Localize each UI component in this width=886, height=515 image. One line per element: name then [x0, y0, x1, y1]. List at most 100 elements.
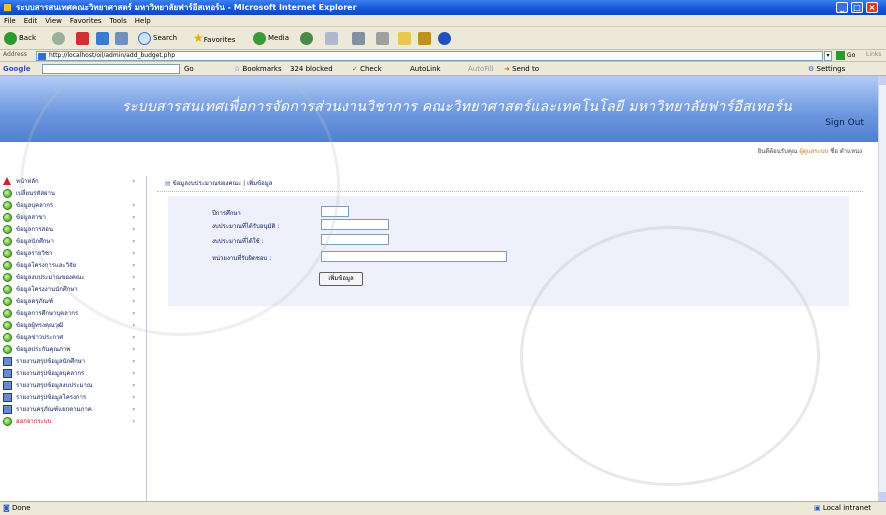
- nav-report-students[interactable]: รายงานสรุปข้อมูลนักศึกษา ›: [3, 356, 141, 368]
- ie-page-icon: ◙: [3, 504, 10, 512]
- google-search-input[interactable]: [42, 64, 180, 74]
- history-button[interactable]: [300, 31, 315, 46]
- back-icon: [4, 31, 17, 45]
- bullet-icon: [3, 417, 12, 426]
- menu-edit[interactable]: Edit: [20, 15, 42, 27]
- ie-icon: [3, 3, 12, 12]
- window-titlebar: ระบบสารสนเทศคณะวิทยาศาสตร์ มหาวิทยาลัยฟา…: [0, 0, 886, 15]
- bullet-icon: [3, 297, 12, 306]
- search-icon: [138, 31, 151, 45]
- messenger-icon: [418, 31, 431, 45]
- google-settings-button[interactable]: ⚙ Settings: [808, 64, 845, 74]
- add-data-button[interactable]: เพิ่มข้อมูล: [319, 272, 363, 286]
- report-icon: [3, 357, 12, 366]
- refresh-button[interactable]: [96, 31, 111, 46]
- address-dropdown[interactable]: ▾: [824, 51, 832, 61]
- page-scrollbar[interactable]: [878, 76, 886, 501]
- print-button[interactable]: [352, 31, 367, 46]
- responsible-unit-input[interactable]: [321, 251, 507, 262]
- bullet-icon: [3, 189, 12, 198]
- home-icon: [3, 177, 11, 185]
- go-button[interactable]: Go: [836, 51, 855, 60]
- report-icon: [3, 381, 12, 390]
- autolink-button[interactable]: AutoLink: [410, 64, 441, 74]
- house-icon: [115, 31, 128, 45]
- links-button[interactable]: Links: [866, 51, 881, 58]
- menu-tools[interactable]: Tools: [106, 15, 131, 27]
- menu-view[interactable]: View: [41, 15, 66, 27]
- menu-help[interactable]: Help: [131, 15, 155, 27]
- used-budget-input[interactable]: [321, 234, 389, 245]
- mail-button[interactable]: [325, 31, 340, 46]
- popup-blocker-button[interactable]: 324 blocked: [290, 64, 333, 74]
- bullet-icon: [3, 249, 12, 258]
- messenger-button[interactable]: [418, 31, 433, 46]
- welcome-text: ยินดีต้อนรับคุณ ผู้ดูแลระบบ ชื่อ ตำแหน่ง: [757, 148, 862, 155]
- zone-indicator: ▣ Local intranet: [814, 504, 872, 512]
- home-button[interactable]: [115, 31, 130, 46]
- bullet-icon: [3, 333, 12, 342]
- edit-icon: [376, 31, 389, 45]
- page-icon: [38, 53, 46, 60]
- spellcheck-button[interactable]: ✓ Check: [352, 64, 382, 74]
- nav-report-equipment[interactable]: รายงานครุภัณฑ์แยกตามภาค ›: [3, 404, 141, 416]
- bullet-icon: [3, 237, 12, 246]
- media-button[interactable]: Media: [253, 31, 289, 46]
- scroll-down-arrow[interactable]: [879, 492, 886, 501]
- bullet-icon: [3, 225, 12, 234]
- forward-button[interactable]: [52, 31, 67, 46]
- bullet-icon: [3, 201, 12, 210]
- address-label: Address: [3, 51, 27, 58]
- star-icon: ★: [193, 31, 204, 45]
- bullet-icon: [3, 321, 12, 330]
- forward-icon: [52, 31, 65, 45]
- status-bar: ◙ Done ▣ Local intranet: [0, 501, 886, 515]
- history-icon: [300, 31, 313, 45]
- scroll-up-arrow[interactable]: [879, 76, 886, 85]
- check-icon: ✓: [352, 65, 358, 73]
- nav-logout[interactable]: ออกจากระบบ ›: [3, 416, 141, 428]
- window-title: ระบบสารสนเทศคณะวิทยาศาสตร์ มหาวิทยาลัยฟา…: [16, 3, 357, 12]
- report-icon: [3, 369, 12, 378]
- browser-toolbar: Back Search ★Favorites Media: [0, 27, 886, 50]
- minimize-button[interactable]: _: [836, 2, 848, 13]
- bullet-icon: [3, 285, 12, 294]
- maximize-button[interactable]: □: [851, 2, 863, 13]
- refresh-icon: [96, 31, 109, 45]
- google-logo: Google: [3, 65, 31, 73]
- favorites-button[interactable]: ★Favorites: [193, 31, 235, 46]
- bullet-icon: [3, 309, 12, 318]
- nav-quality[interactable]: ข้อมูลประกันคุณภาพ ›: [3, 344, 141, 356]
- google-go-button[interactable]: Go: [184, 64, 194, 74]
- sendto-button[interactable]: ➜ Send to: [504, 64, 539, 74]
- bookmarks-button[interactable]: ☆ Bookmarks: [234, 64, 282, 74]
- bluetooth-button[interactable]: [438, 31, 453, 46]
- bullet-icon: [3, 213, 12, 222]
- folder-button[interactable]: [398, 31, 413, 46]
- watermark-seal: [520, 226, 820, 486]
- autofill-button[interactable]: AutoFill: [468, 64, 494, 74]
- settings-icon: ⚙: [808, 65, 815, 73]
- menu-bar: File Edit View Favorites Tools Help: [0, 15, 886, 27]
- menu-file[interactable]: File: [0, 15, 20, 27]
- page-viewport: ระบบสารสนเทศเพื่อการจัดการส่วนงานวิชาการ…: [0, 76, 878, 501]
- star-icon: ☆: [234, 65, 241, 73]
- nav-report-budget[interactable]: รายงานสรุปข้อมูลงบประมาณ ›: [3, 380, 141, 392]
- menu-favorites[interactable]: Favorites: [66, 15, 106, 27]
- search-button[interactable]: Search: [138, 31, 177, 46]
- address-input[interactable]: http://localhost/oil/admin/add_budget.ph…: [36, 51, 823, 61]
- close-button[interactable]: ×: [866, 2, 878, 13]
- edit-button[interactable]: [376, 31, 391, 46]
- stop-button[interactable]: [76, 31, 91, 46]
- print-icon: [352, 31, 365, 45]
- sign-out-link[interactable]: Sign Out: [825, 118, 864, 128]
- nav-report-personnel[interactable]: รายงานสรุปข้อมูลบุคลากร ›: [3, 368, 141, 380]
- bullet-icon: [3, 261, 12, 270]
- intranet-icon: ▣: [814, 504, 821, 512]
- back-button[interactable]: Back: [4, 31, 36, 46]
- nav-report-projects[interactable]: รายงานสรุปข้อมูลโครงการ ›: [3, 392, 141, 404]
- google-toolbar: Google Go ☆ Bookmarks 324 blocked ✓ Chec…: [0, 62, 886, 76]
- nav-news[interactable]: ข้อมูลข่าวประกาศ ›: [3, 332, 141, 344]
- bluetooth-icon: [438, 31, 451, 45]
- media-icon: [253, 31, 266, 45]
